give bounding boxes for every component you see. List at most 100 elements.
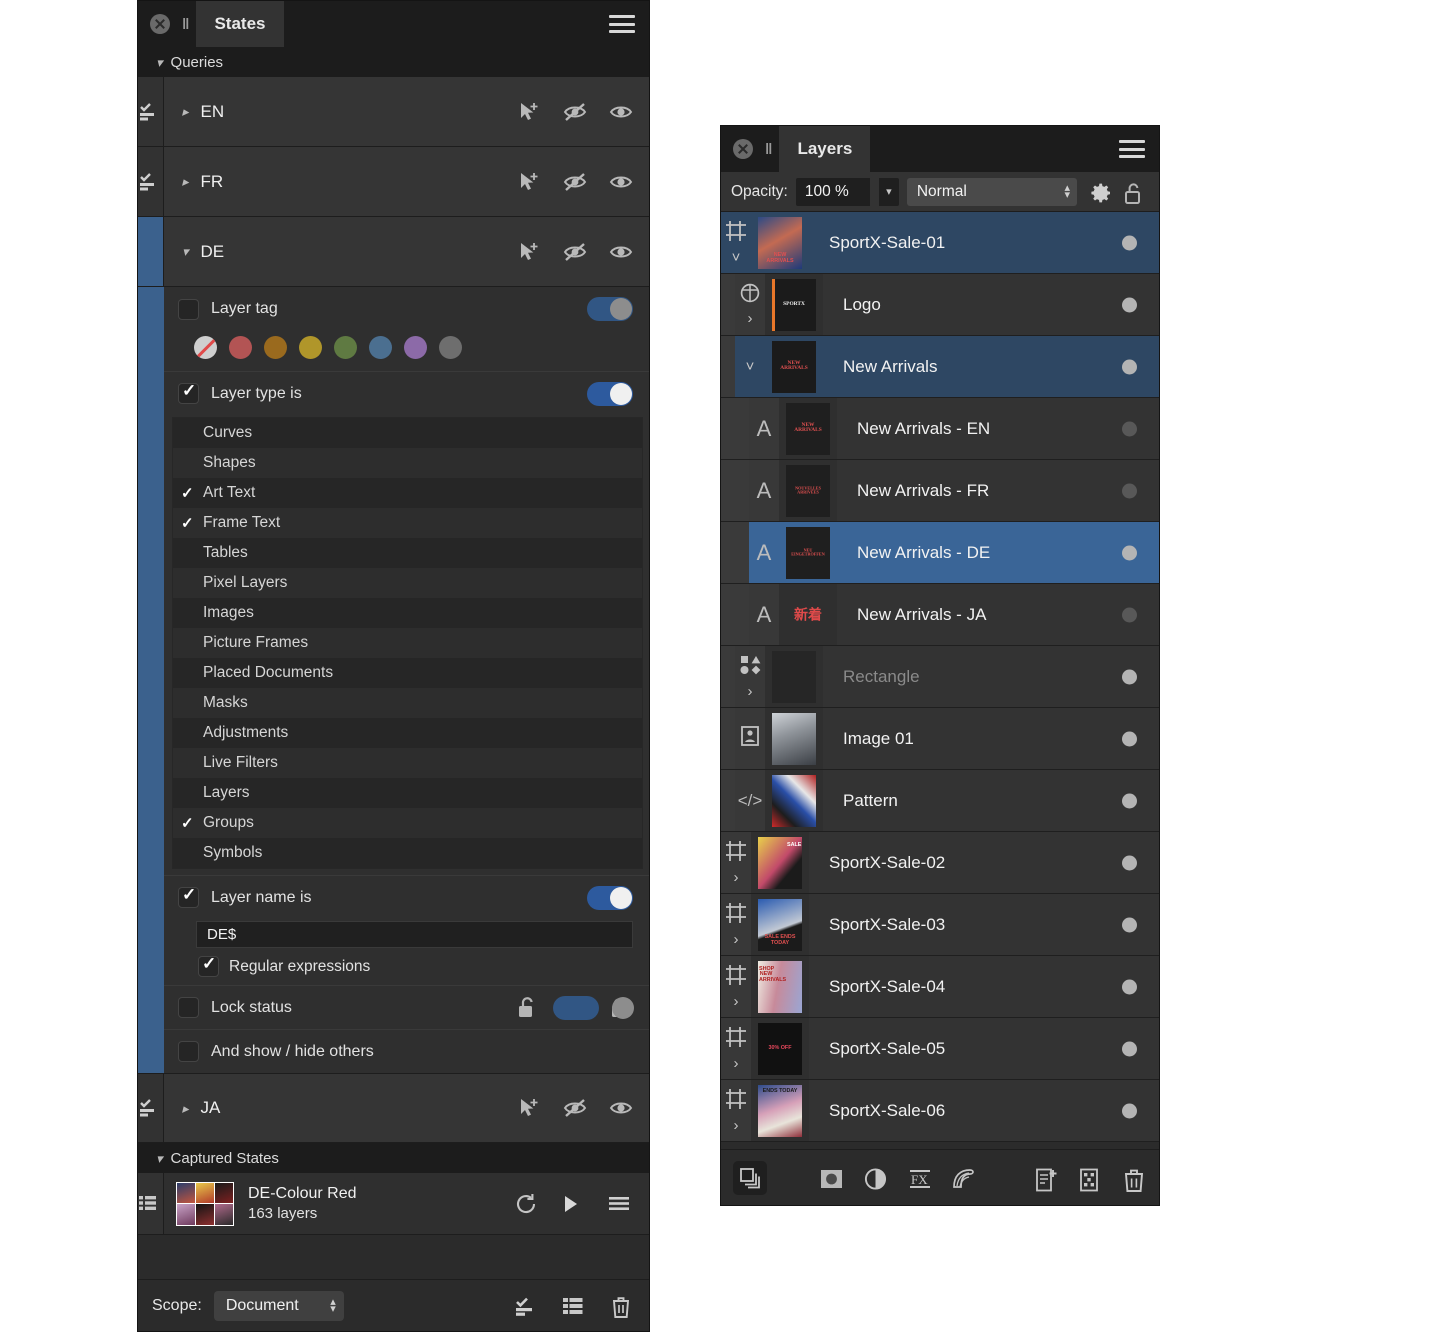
layer-row-body[interactable]: New Arrivals - DE [837, 522, 1159, 583]
layer-visibility-toggle[interactable] [1122, 545, 1137, 560]
cursor-plus-icon[interactable] [517, 1097, 543, 1119]
captured-states-group-header[interactable]: Captured States [138, 1143, 649, 1173]
layer-visibility-toggle[interactable] [1122, 979, 1137, 994]
layer-tag-toggle[interactable] [587, 297, 633, 321]
layers-list[interactable]: ˅ NEW ARRIVALS SportX-Sale-01 › SPORTX Logo ˅ N… [721, 212, 1159, 1142]
layer-visibility-toggle[interactable] [1122, 917, 1137, 932]
captured-state-row[interactable]: DE-Colour Red 163 layers [138, 1173, 649, 1235]
layer-type-item[interactable]: Shapes [173, 448, 642, 478]
artboard-icon[interactable]: › [721, 956, 751, 1017]
layer-row[interactable]: A NEU EINGETROFFEN New Arrivals - DE [721, 522, 1159, 584]
layer-type-item[interactable]: Masks [173, 688, 642, 718]
restore-icon[interactable] [515, 1193, 541, 1215]
criterion-show-hide-others[interactable]: And show / hide others [164, 1029, 649, 1073]
opacity-dropdown-icon[interactable]: ▾ [878, 177, 899, 206]
tag-swatch-purple[interactable] [404, 336, 427, 359]
layer-visibility-toggle[interactable] [1122, 421, 1137, 436]
layer-row[interactable]: ˅ NEW ARRIVALS New Arrivals [721, 336, 1159, 398]
cursor-plus-icon[interactable] [517, 101, 543, 123]
layer-type-item[interactable]: Symbols [173, 838, 642, 868]
layer-row[interactable]: A NOUVELLES ARRIVÉES New Arrivals - FR [721, 460, 1159, 522]
layer-visibility-toggle[interactable] [1122, 793, 1137, 808]
gear-icon[interactable] [1089, 181, 1115, 203]
tag-swatch-red[interactable] [229, 336, 252, 359]
layer-row[interactable]: › Rectangle [721, 646, 1159, 708]
layer-row[interactable]: A 新着 New Arrivals - JA [721, 584, 1159, 646]
query-apply-gutter-de[interactable] [138, 217, 164, 286]
captured-state-body[interactable]: DE-Colour Red 163 layers [164, 1173, 649, 1234]
chevron-right-icon[interactable] [182, 1102, 189, 1115]
query-row-de[interactable]: DE [138, 217, 649, 287]
criterion-layer-name[interactable]: Layer name is [164, 875, 649, 919]
layer-row-body[interactable]: New Arrivals - EN [837, 398, 1159, 459]
layer-visibility-toggle[interactable] [1122, 669, 1137, 684]
tag-swatch-yellow[interactable] [299, 336, 322, 359]
layer-type-item[interactable]: ✓ Art Text [173, 478, 642, 508]
cursor-plus-icon[interactable] [517, 241, 543, 263]
query-body-ja[interactable]: JA [164, 1074, 649, 1142]
chevron-right-icon[interactable]: › [734, 1117, 739, 1134]
shapes-icon[interactable]: › [735, 646, 765, 707]
layer-row-body[interactable]: New Arrivals - JA [837, 584, 1159, 645]
query-row-fr[interactable]: FR [138, 147, 649, 217]
adjustment-icon[interactable] [863, 1167, 889, 1190]
tag-swatch-blue[interactable] [369, 336, 392, 359]
chevron-right-icon[interactable]: › [748, 683, 753, 700]
layer-row-body[interactable]: SportX-Sale-03 [809, 894, 1159, 955]
opacity-input[interactable]: 100 % [795, 177, 870, 206]
chevron-right-icon[interactable] [182, 105, 189, 118]
play-icon[interactable] [561, 1193, 587, 1215]
query-apply-gutter-fr[interactable] [138, 147, 164, 216]
layer-visibility-toggle[interactable] [1122, 1041, 1137, 1056]
layer-type-item[interactable]: Curves [173, 418, 642, 448]
chevron-right-icon[interactable]: › [734, 993, 739, 1010]
layer-type-list[interactable]: Curves Shapes ✓ Art Text ✓ Frame Text Tables Pi… [172, 417, 643, 869]
layer-visibility-toggle[interactable] [1122, 359, 1137, 374]
layer-type-item[interactable]: Live Filters [173, 748, 642, 778]
eye-slash-icon[interactable] [563, 171, 589, 193]
query-row-en[interactable]: EN [138, 77, 649, 147]
live-filter-icon[interactable] [951, 1167, 977, 1189]
show-hide-others-checkbox[interactable] [178, 1041, 199, 1062]
layer-type-item[interactable]: ✓ Frame Text [173, 508, 642, 538]
artboard-icon[interactable]: ˅ [721, 212, 751, 273]
layer-type-item[interactable]: Picture Frames [173, 628, 642, 658]
layer-row[interactable]: › SPORTX Logo [721, 274, 1159, 336]
layer-row[interactable]: › SALE SportX-Sale-02 [721, 832, 1159, 894]
chevron-down-icon[interactable]: ˅ [732, 249, 741, 266]
layer-row-body[interactable]: New Arrivals - FR [837, 460, 1159, 521]
layer-row-body[interactable]: Image 01 [823, 708, 1159, 769]
chevron-updown-icon[interactable]: ▴ ▾ [1064, 182, 1070, 200]
chevron-right-icon[interactable]: › [734, 1055, 739, 1072]
layer-type-item[interactable]: Adjustments [173, 718, 642, 748]
drag-grip-icon[interactable]: ‖ [182, 16, 190, 33]
layer-type-item[interactable]: Pixel Layers [173, 568, 642, 598]
layers-stack-icon[interactable] [733, 1160, 767, 1195]
layer-row-body[interactable]: SportX-Sale-06 [809, 1080, 1159, 1141]
layer-row[interactable]: › SHOP NEW ARRIVALS SportX-Sale-04 [721, 956, 1159, 1018]
layer-name-input[interactable]: DE$ [196, 921, 633, 948]
query-body-fr[interactable]: FR [164, 147, 649, 216]
layer-row-body[interactable]: Logo [823, 274, 1159, 335]
regex-option[interactable]: Regular expressions [164, 952, 649, 985]
text-icon[interactable]: A [749, 522, 779, 583]
layer-row[interactable]: › 30% OFF SportX-Sale-05 [721, 1018, 1159, 1080]
layer-row-body[interactable]: Rectangle [823, 646, 1159, 707]
image-icon[interactable] [735, 708, 765, 769]
layer-type-item[interactable]: Tables [173, 538, 642, 568]
layer-type-item[interactable]: Images [173, 598, 642, 628]
criterion-lock-status[interactable]: Lock status [164, 985, 649, 1029]
new-layer-icon[interactable] [1033, 1167, 1059, 1191]
layer-row-body[interactable]: SportX-Sale-05 [809, 1018, 1159, 1079]
layer-type-checkbox[interactable] [178, 381, 199, 404]
criterion-layer-type[interactable]: Layer type is [164, 371, 649, 415]
text-icon[interactable]: A [749, 460, 779, 521]
eye-slash-icon[interactable] [563, 241, 589, 263]
layer-row[interactable]: › ENDS TODAY SportX-Sale-06 [721, 1080, 1159, 1142]
apply-query-icon[interactable] [138, 1097, 163, 1119]
chevron-down-icon[interactable]: ˅ [746, 358, 755, 375]
query-row-ja[interactable]: JA [138, 1073, 649, 1143]
states-menu-icon[interactable] [609, 15, 635, 33]
layer-row[interactable]: A NEW ARRIVALS New Arrivals - EN [721, 398, 1159, 460]
new-pixel-layer-icon[interactable] [1077, 1167, 1103, 1191]
